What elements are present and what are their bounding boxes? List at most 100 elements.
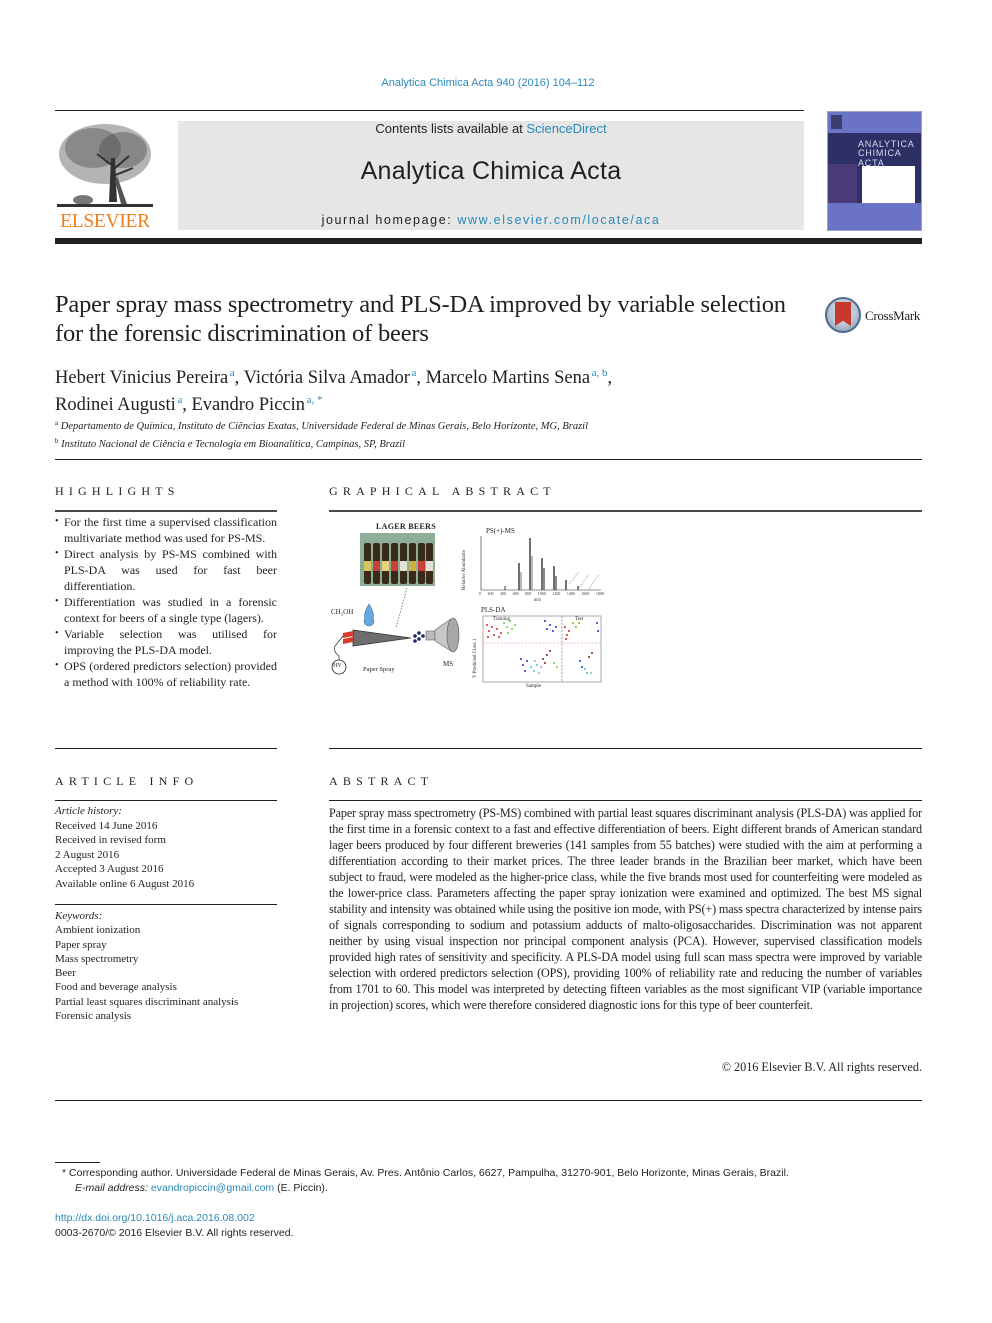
keyword: Paper spray — [55, 938, 107, 951]
article-history: Article history: Received 14 June 2016 R… — [55, 804, 277, 891]
keywords-list: Keywords: Ambient ionization Paper spray… — [55, 909, 277, 1023]
history-item: Received 14 June 2016 — [55, 819, 158, 832]
elsevier-wordmark: ELSEVIER — [60, 211, 150, 232]
ms-xlabel: m/z — [534, 598, 541, 603]
author-name[interactable]: Hebert Vinicius Pereira — [55, 368, 228, 388]
history-item: Received in revised form — [55, 834, 166, 846]
homepage-prefix: journal homepage: — [321, 213, 458, 227]
keyword: Food and beverage analysis — [55, 981, 177, 994]
keyword: Ambient ionization — [55, 924, 141, 937]
contents-prefix: Contents lists available at — [375, 121, 527, 136]
author-affiliation-link[interactable]: a, * — [307, 394, 323, 406]
affiliations: a Departamento de Química, Instituto de … — [55, 416, 915, 452]
crossmark-button[interactable]: CrossMark — [825, 297, 925, 335]
training-label: Training — [493, 617, 511, 622]
history-item: Available online 6 August 2016 — [55, 877, 195, 890]
ms-xtick: 1600 — [581, 591, 590, 596]
history-label: Article history: — [55, 805, 122, 817]
keyword: Forensic analysis — [55, 1010, 132, 1023]
highlights-divider — [55, 510, 277, 512]
journal-title: Analytica Chimica Acta — [360, 157, 622, 185]
highlight-item: Direct analysis by PS-MS combined with P… — [55, 546, 277, 594]
journal-homepage-line: journal homepage: www.elsevier.com/locat… — [178, 213, 804, 227]
ms-label: MS — [443, 660, 454, 668]
ms-ylabel: Relative Abundance — [462, 549, 467, 590]
author-separator: , — [234, 368, 244, 388]
email-label: E-mail address: — [75, 1182, 148, 1194]
cover-elsevier-icon — [831, 115, 842, 129]
email-suffix: (E. Piccin). — [274, 1182, 328, 1194]
sciencedirect-link[interactable]: ScienceDirect — [526, 121, 606, 136]
affiliation-text: Departamento de Química, Instituto de Ci… — [60, 421, 588, 432]
author-name[interactable]: Evandro Piccin — [191, 395, 305, 415]
ms-xticks: 0 200 400 600 800 1000 1200 1400 1600 18… — [479, 591, 604, 596]
journal-citation[interactable]: Analytica Chimica Acta 940 (2016) 104–11… — [0, 77, 976, 89]
ms-xtick: 400 — [500, 591, 507, 596]
affiliation-a: a Departamento de Química, Instituto de … — [55, 416, 915, 434]
hv-label: HV — [333, 663, 342, 669]
ms-xtick: 1800 — [595, 591, 604, 596]
affiliation-b: b Instituto Nacional de Ciência e Tecnol… — [55, 434, 915, 452]
affiliation-divider — [55, 459, 922, 460]
plsda-xlabel: Sample — [526, 684, 541, 689]
ms-xtick: 1000 — [537, 591, 546, 596]
doi-link[interactable]: http://dx.doi.org/10.1016/j.aca.2016.08.… — [55, 1211, 255, 1226]
keywords-divider — [55, 904, 277, 905]
corresponding-author-text: Corresponding author. Universidade Feder… — [69, 1167, 789, 1179]
front-matter-bottom-divider — [55, 1100, 922, 1101]
author-separator: , — [607, 368, 613, 388]
highlights-list: For the first time a supervised classifi… — [55, 514, 277, 690]
journal-cover-thumbnail[interactable]: ANALYTICA CHIMICA ACTA — [827, 111, 922, 231]
graphical-abstract-divider — [329, 510, 922, 512]
top-divider — [55, 110, 804, 111]
article-title: Paper spray mass spectrometry and PLS-DA… — [55, 291, 786, 347]
author-list: Hebert Vinicius Pereira a, Victória Silv… — [55, 362, 855, 416]
author-affiliation-link[interactable]: a, b — [592, 367, 608, 379]
affiliation-key: b — [55, 437, 59, 445]
article-info-heading: ARTICLE INFO — [55, 774, 199, 788]
homepage-link[interactable]: www.elsevier.com/locate/aca — [457, 213, 660, 227]
abstract-heading: ABSTRACT — [329, 774, 434, 788]
email-line: E-mail address: evandropiccin@gmail.com … — [62, 1181, 922, 1196]
cover-title-line2: CHIMICA ACTA — [858, 148, 902, 168]
cover-figure — [862, 166, 915, 203]
ms-xtick: 0 — [479, 591, 481, 596]
ms-xtick: 1200 — [552, 591, 561, 596]
highlight-item: Variable selection was utilised for impr… — [55, 626, 277, 658]
email-link[interactable]: evandropiccin@gmail.com — [151, 1182, 274, 1194]
abstract-body: Paper spray mass spectrometry (PS-MS) co… — [329, 806, 922, 1012]
issn-copyright: 0003-2670/© 2016 Elsevier B.V. All right… — [55, 1227, 294, 1239]
keyword: Partial least squares discriminant analy… — [55, 995, 239, 1008]
author-name[interactable]: Marcelo Martins Sena — [426, 368, 590, 388]
masthead-thick-divider — [55, 238, 922, 244]
contents-line: Contents lists available at ScienceDirec… — [178, 121, 804, 136]
affiliation-text: Instituto Nacional de Ciência e Tecnolog… — [61, 439, 405, 450]
footnote-divider — [55, 1162, 100, 1163]
test-label: Test — [575, 617, 584, 622]
keyword: Beer — [55, 967, 76, 980]
highlights-bottom-divider — [55, 748, 277, 749]
cover-bottom-band — [828, 203, 921, 230]
crossmark-label: CrossMark — [865, 308, 921, 323]
ms-xtick: 600 — [512, 591, 519, 596]
footnote-mark: * — [62, 1167, 67, 1179]
plsda-title: PLS-DA — [481, 606, 506, 614]
ms-xtick: 800 — [525, 591, 532, 596]
keywords-label: Keywords: — [55, 910, 103, 922]
corresponding-author-footnote: * Corresponding author. Universidade Fed… — [62, 1166, 922, 1196]
highlight-item: For the first time a supervised classifi… — [55, 514, 277, 546]
methanol-label: CH₃OH — [331, 608, 354, 616]
plsda-chart — [482, 615, 602, 683]
author-name[interactable]: Victória Silva Amador — [244, 368, 410, 388]
paper-spray-label: Paper Spray — [363, 666, 395, 673]
ms-xtick: 1400 — [566, 591, 575, 596]
plsda-ylabel: Y Predicted Class 1 — [473, 638, 478, 678]
corresponding-author-line: * Corresponding author. Universidade Fed… — [62, 1166, 922, 1181]
highlight-item: Differentiation was studied in a forensi… — [55, 594, 277, 626]
abstract-copyright: © 2016 Elsevier B.V. All rights reserved… — [721, 1060, 922, 1074]
history-item: Accepted 3 August 2016 — [55, 863, 164, 875]
author-name[interactable]: Rodinei Augusti — [55, 395, 176, 415]
graphical-abstract-figure[interactable]: LAGER BEERS CH₃OH HV Paper Spray MS PS(+… — [329, 518, 614, 693]
journal-masthead: Contents lists available at ScienceDirec… — [178, 121, 804, 230]
highlight-item: OPS (ordered predictors selection) provi… — [55, 658, 277, 690]
